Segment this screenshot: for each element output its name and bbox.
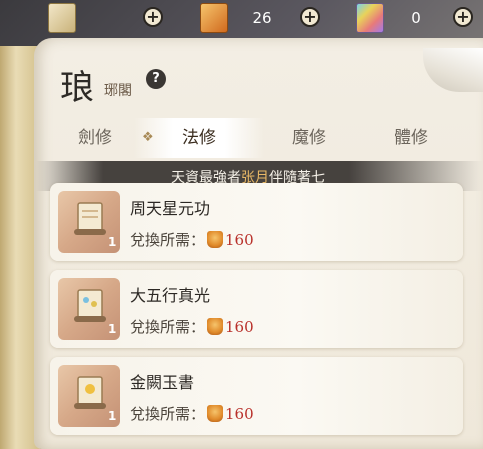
resource-value: 26 xyxy=(252,9,272,27)
list-item[interactable]: 1 周天星元功 兌換所需： 160 xyxy=(50,183,463,261)
tab-body-cultivation[interactable]: 體修 xyxy=(376,118,446,158)
resource-rainbow-scroll: 0 + xyxy=(356,3,483,33)
item-cost: 兌換所需： 160 xyxy=(130,316,254,337)
page-title: 琅 xyxy=(60,68,94,108)
cost-label: 兌換所需： xyxy=(130,231,206,249)
resource-scroll: 6 + xyxy=(48,3,178,33)
item-cost: 兌換所需： 160 xyxy=(130,403,254,424)
tab-label: 魔修 xyxy=(292,128,326,148)
cost-label: 兌換所需： xyxy=(130,318,206,336)
active-tab-marker-icon: ❖ xyxy=(142,130,154,145)
list-item[interactable]: 1 金闕玉書 兌換所需： 160 xyxy=(50,357,463,435)
item-quantity: 1 xyxy=(108,322,117,336)
page-subtitle: 琊閣 xyxy=(104,83,132,99)
item-name: 周天星元功 xyxy=(130,199,211,218)
tab-bar: 劍修 ❖ 法修 魔修 體修 xyxy=(46,118,483,158)
item-quantity: 1 xyxy=(108,235,117,249)
add-resource-button[interactable]: + xyxy=(143,7,163,27)
tab-demon-cultivation[interactable]: 魔修 xyxy=(274,118,344,158)
cost-value: 160 xyxy=(225,318,254,336)
help-icon[interactable]: ? xyxy=(146,69,166,89)
tab-label: 劍修 xyxy=(78,128,112,148)
list-item[interactable]: 1 大五行真光 兌換所需： 160 xyxy=(50,270,463,348)
resource-bar: 6 + 26 + 0 + xyxy=(0,0,483,38)
cost-label: 兌換所需： xyxy=(130,405,206,423)
tab-label: 法修 xyxy=(182,128,216,148)
item-quantity: 1 xyxy=(108,409,117,423)
cost-value: 160 xyxy=(225,405,254,423)
add-resource-button[interactable]: + xyxy=(300,7,320,27)
tab-label: 體修 xyxy=(394,128,428,148)
resource-value: 0 xyxy=(411,9,421,27)
fire-scroll-icon xyxy=(207,405,224,422)
item-cost: 兌換所需： 160 xyxy=(130,229,254,250)
cost-value: 160 xyxy=(225,231,254,249)
rainbow-scroll-icon xyxy=(356,3,384,33)
item-name: 金闕玉書 xyxy=(130,373,195,392)
fire-scroll-icon xyxy=(200,3,228,33)
tab-sword-cultivation[interactable]: 劍修 xyxy=(60,118,130,158)
fire-scroll-icon xyxy=(207,318,224,335)
tab-magic-cultivation[interactable]: ❖ 法修 xyxy=(134,118,264,158)
resource-fire-scroll: 26 + xyxy=(200,3,330,33)
add-resource-button[interactable]: + xyxy=(453,7,473,27)
scroll-icon xyxy=(48,3,76,33)
item-name: 大五行真光 xyxy=(130,286,211,305)
fire-scroll-icon xyxy=(207,231,224,248)
